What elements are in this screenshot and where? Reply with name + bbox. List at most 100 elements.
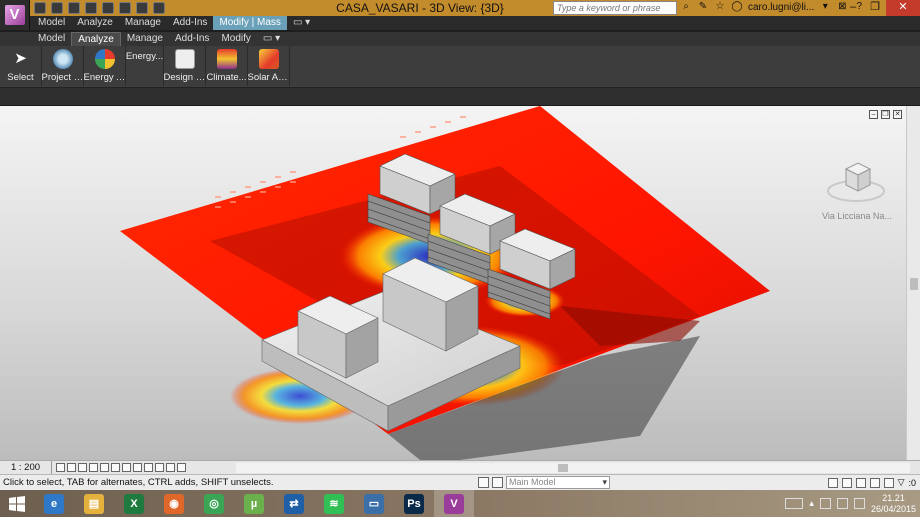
unlock-3d-icon[interactable] bbox=[133, 463, 142, 472]
taskbar-vasari[interactable]: V bbox=[434, 490, 474, 517]
view-scale[interactable]: 1 : 200 bbox=[0, 460, 52, 475]
network-icon[interactable] bbox=[836, 498, 848, 509]
vasari-logo-icon: V bbox=[4, 5, 25, 25]
photoshop-icon: Ps bbox=[404, 493, 424, 514]
taskbar-photoshop[interactable]: Ps bbox=[394, 490, 434, 517]
view-restore-icon[interactable]: ❐ bbox=[881, 110, 890, 119]
tab-analyze-top[interactable]: Analyze bbox=[71, 16, 119, 30]
filter-icon[interactable]: ▽ bbox=[898, 477, 905, 488]
ribbon-tabs-top: Model Analyze Manage Add-Ins Modify | Ma… bbox=[30, 16, 920, 30]
measure-icon[interactable] bbox=[119, 2, 131, 14]
user-name[interactable]: caro.lugni@li... bbox=[748, 2, 814, 13]
drag-elements-icon[interactable] bbox=[883, 477, 894, 488]
internet-explorer-icon: e bbox=[44, 493, 64, 514]
solar-analysis-button[interactable]: Solar An... bbox=[248, 46, 290, 86]
taskbar-utorrent[interactable]: µ bbox=[234, 490, 274, 517]
detail-level-icon[interactable] bbox=[56, 463, 65, 472]
climate-button[interactable]: Climate... bbox=[206, 46, 248, 86]
save-icon[interactable] bbox=[51, 2, 63, 14]
dropdown-icon[interactable]: ▾ bbox=[819, 1, 831, 13]
select-by-face-icon[interactable] bbox=[869, 477, 880, 488]
temporary-hide-icon[interactable] bbox=[144, 463, 153, 472]
user-icon: ◯ bbox=[731, 1, 743, 12]
tab-modify-mass[interactable]: Modify | Mass bbox=[213, 16, 287, 30]
workset-dropdown[interactable]: Main Model bbox=[506, 476, 610, 489]
view-control-bar: 1 : 200 bbox=[0, 460, 920, 475]
viewcube-icon[interactable] bbox=[826, 151, 886, 211]
selection-tools: ▽ :0 bbox=[827, 477, 916, 488]
taskbar-firefox[interactable]: ◉ bbox=[154, 490, 194, 517]
worksharing-icon[interactable] bbox=[177, 463, 186, 472]
favorites-icon[interactable]: ☆ bbox=[714, 1, 726, 13]
close-button[interactable]: ✕ bbox=[886, 0, 920, 16]
tab-addins[interactable]: Add-Ins bbox=[169, 32, 215, 46]
taskbar-spotify[interactable]: ≋ bbox=[314, 490, 354, 517]
design-options-button[interactable]: Design O... bbox=[164, 46, 206, 86]
analysis-display-icon[interactable] bbox=[166, 463, 175, 472]
vertical-scrollbar[interactable] bbox=[906, 106, 920, 460]
redo-icon[interactable] bbox=[85, 2, 97, 14]
view-3d-icon[interactable] bbox=[136, 2, 148, 14]
editing-requests-icon[interactable] bbox=[492, 477, 503, 488]
undo-icon[interactable] bbox=[68, 2, 80, 14]
minimize-button[interactable]: – bbox=[842, 0, 864, 16]
worksets-icon[interactable] bbox=[478, 477, 489, 488]
keyboard-icon[interactable] bbox=[785, 498, 804, 509]
view-minimize-icon[interactable]: – bbox=[869, 110, 878, 119]
tray-expand-icon[interactable]: ▴ bbox=[809, 498, 814, 509]
ribbon-toggle-icon[interactable]: ▭ ▾ bbox=[287, 16, 316, 30]
tab-manage-top[interactable]: Manage bbox=[119, 16, 167, 30]
open-icon[interactable] bbox=[34, 2, 46, 14]
firefox-icon: ◉ bbox=[164, 493, 184, 514]
taskbar-chrome[interactable]: ◎ bbox=[194, 490, 234, 517]
select-button[interactable]: ➤ Select bbox=[0, 46, 42, 86]
flag-icon[interactable] bbox=[819, 498, 831, 509]
tab-modify[interactable]: Modify bbox=[215, 32, 256, 46]
system-tray: ▴ 21.21 26/04/2015 bbox=[785, 490, 916, 517]
taskbar-file-explorer[interactable]: ▤ bbox=[74, 490, 114, 517]
start-button[interactable] bbox=[0, 490, 34, 517]
search-input[interactable]: Type a keyword or phrase bbox=[553, 1, 677, 15]
solar-analysis-icon bbox=[258, 49, 279, 69]
view-close-icon[interactable]: ✕ bbox=[893, 110, 902, 119]
switch-windows-icon[interactable] bbox=[153, 2, 165, 14]
tab-addins-top[interactable]: Add-Ins bbox=[167, 16, 213, 30]
sun-path-icon[interactable] bbox=[78, 463, 87, 472]
taskbar-remote-desktop[interactable]: ▭ bbox=[354, 490, 394, 517]
design-options-icon bbox=[174, 49, 195, 69]
application-menu-button[interactable]: V bbox=[0, 0, 30, 30]
tab-model[interactable]: Model bbox=[32, 32, 71, 46]
cursor-icon: ➤ bbox=[14, 50, 27, 67]
energy-analysis-button[interactable]: Energy A... bbox=[84, 46, 126, 86]
vasari-icon: V bbox=[444, 493, 464, 514]
energy-settings-button[interactable]: Energy... bbox=[126, 46, 164, 86]
3d-viewport[interactable]: – ❐ ✕ Via Licciana Na... bbox=[0, 106, 906, 460]
tab-manage[interactable]: Manage bbox=[121, 32, 169, 46]
visual-style-icon[interactable] bbox=[67, 463, 76, 472]
print-icon[interactable] bbox=[102, 2, 114, 14]
volume-icon[interactable] bbox=[853, 498, 865, 509]
project-location-button[interactable]: Project L... bbox=[42, 46, 84, 86]
horizontal-scrollbar[interactable] bbox=[236, 463, 910, 473]
select-links-icon[interactable] bbox=[827, 477, 838, 488]
ribbon-panel: ➤ Select Project L... Energy A... Energy… bbox=[0, 46, 920, 88]
taskbar-internet-explorer[interactable]: e bbox=[34, 490, 74, 517]
taskbar-excel[interactable]: X bbox=[114, 490, 154, 517]
taskbar-teamviewer[interactable]: ⇄ bbox=[274, 490, 314, 517]
reveal-hidden-icon[interactable] bbox=[155, 463, 164, 472]
restore-button[interactable]: ❐ bbox=[864, 0, 886, 16]
select-pinned-icon[interactable] bbox=[855, 477, 866, 488]
select-underlay-icon[interactable] bbox=[841, 477, 852, 488]
hscroll-thumb[interactable] bbox=[558, 464, 568, 472]
tab-analyze[interactable]: Analyze bbox=[71, 32, 121, 46]
ribbon-minimize-icon[interactable]: ▭ ▾ bbox=[257, 32, 286, 46]
binoculars-icon[interactable]: ⌕ bbox=[680, 1, 692, 13]
render-icon[interactable] bbox=[100, 463, 109, 472]
show-crop-icon[interactable] bbox=[122, 463, 131, 472]
crop-view-icon[interactable] bbox=[111, 463, 120, 472]
subscription-icon[interactable]: ✎ bbox=[697, 1, 709, 13]
shadows-icon[interactable] bbox=[89, 463, 98, 472]
tab-model-top[interactable]: Model bbox=[32, 16, 71, 30]
scroll-thumb[interactable] bbox=[910, 278, 918, 290]
clock[interactable]: 21.21 26/04/2015 bbox=[871, 493, 916, 515]
